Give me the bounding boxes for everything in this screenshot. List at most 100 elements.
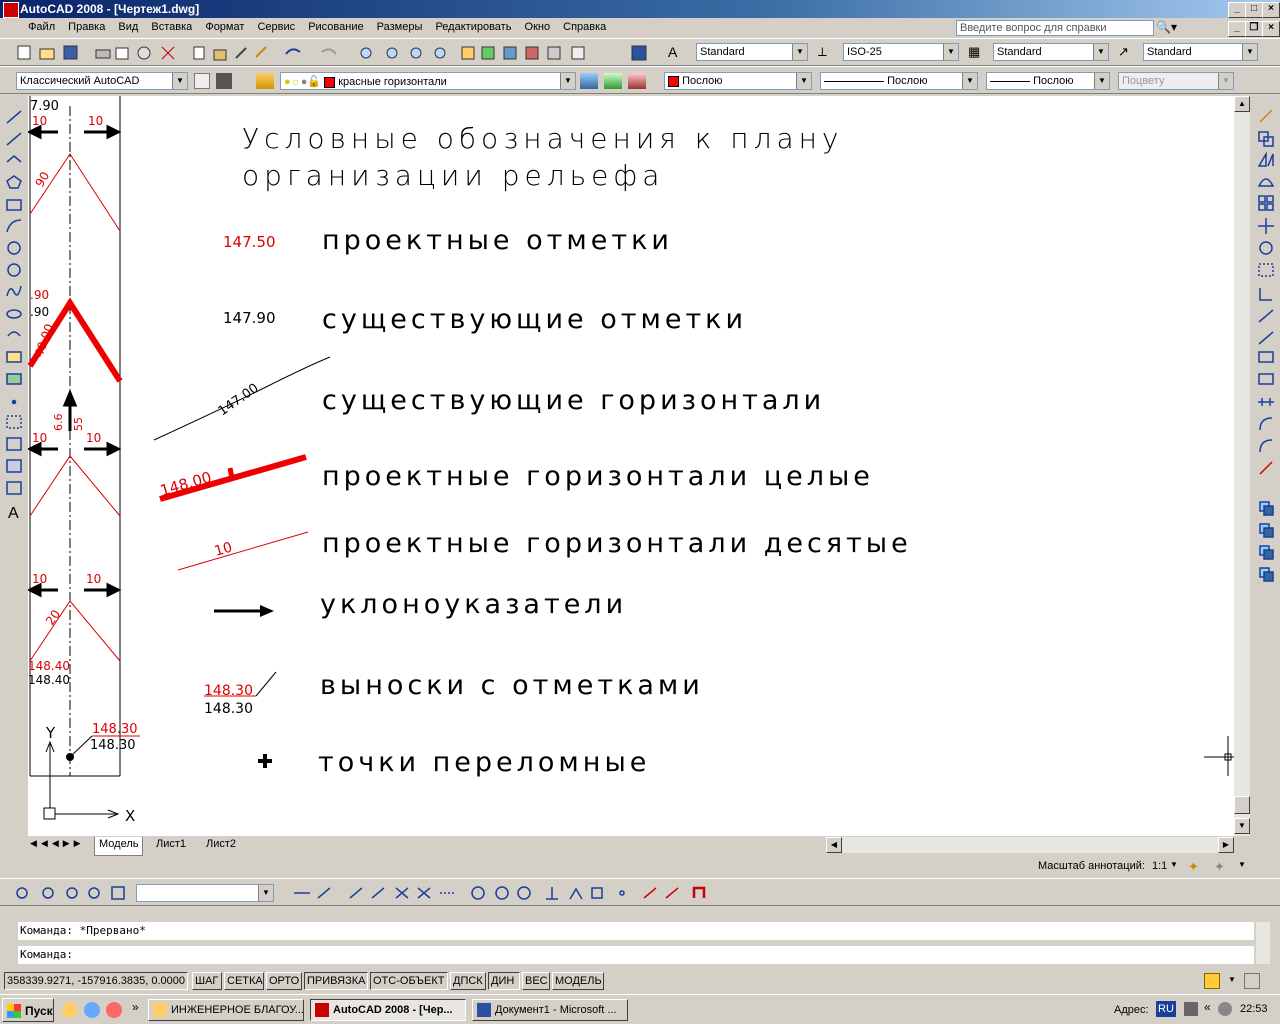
quicklaunch-icon[interactable] xyxy=(62,1002,78,1018)
tab-model[interactable]: Модель xyxy=(94,837,144,856)
standard-toolbar-icons[interactable] xyxy=(12,44,652,62)
tray-icon[interactable] xyxy=(1184,1002,1198,1016)
annotation-scale-dropdown-icon[interactable]: ▼ xyxy=(1170,860,1178,869)
workspace-save-icon[interactable] xyxy=(216,73,232,89)
task-word[interactable]: Документ1 - Microsoft ... xyxy=(472,999,628,1021)
mleader-style-select[interactable]: Standard ▼ xyxy=(1143,43,1258,61)
plan-slope-pct: 20 xyxy=(43,607,63,628)
menu-edit[interactable]: Правка xyxy=(63,18,110,36)
linetype-select[interactable]: Послою ▼ xyxy=(820,72,978,90)
menu-format[interactable]: Формат xyxy=(200,18,249,36)
layer-select[interactable]: ●☼●🔓 красные горизонтали ▼ xyxy=(280,72,576,90)
table-style-select[interactable]: Standard ▼ xyxy=(993,43,1109,61)
volume-icon[interactable] xyxy=(1218,1002,1232,1016)
drawing-svg[interactable]: 7.90 10 10 .90 .90 10 10 10 10 148.40 14… xyxy=(26,96,1234,836)
command-input[interactable]: Команда: xyxy=(18,946,1254,964)
annotation-menu-icon[interactable]: ▼ xyxy=(1238,860,1246,869)
dim-style-icon[interactable]: ⟂ xyxy=(818,44,827,60)
scroll-left-icon[interactable]: ◀ xyxy=(826,837,842,853)
task-autocad[interactable]: AutoCAD 2008 - [Чер... xyxy=(310,999,466,1021)
layer-previous-icon[interactable] xyxy=(604,73,622,89)
plan-mark-black: .90 xyxy=(30,305,49,319)
otrack-toggle[interactable]: ОТС-ОБЪЕКТ xyxy=(370,972,448,990)
layout-tabs-bar: ◀◀◀▶▶ Модель Лист1 Лист2 ◀ ▶ xyxy=(28,836,1250,856)
workspace-settings-icon[interactable] xyxy=(194,73,210,89)
layer-isolate-icon[interactable] xyxy=(628,73,646,89)
status-menu-icon[interactable]: ▼ xyxy=(1228,975,1236,984)
quicklaunch-icon[interactable] xyxy=(106,1002,122,1018)
horizontal-scrollbar[interactable]: ◀ ▶ xyxy=(826,837,1234,853)
lock-icon[interactable] xyxy=(1204,973,1220,989)
color-select[interactable]: Послою ▼ xyxy=(664,72,812,90)
minimize-button[interactable]: _ xyxy=(1228,2,1246,18)
tab-sheet1[interactable]: Лист1 xyxy=(152,837,190,855)
lineweight-select[interactable]: Послою ▼ xyxy=(986,72,1110,90)
autocad-app-icon[interactable] xyxy=(3,2,19,18)
tray-expand-icon[interactable]: « xyxy=(1204,1000,1211,1014)
menu-draw[interactable]: Рисование xyxy=(303,18,368,36)
grid-toggle[interactable]: СЕТКА xyxy=(224,972,264,990)
workspace-select[interactable]: Классический AutoCAD ▼ xyxy=(16,72,188,90)
start-button[interactable]: Пуск xyxy=(2,998,54,1022)
language-indicator[interactable]: RU xyxy=(1156,1001,1176,1017)
menu-dimension[interactable]: Размеры xyxy=(372,18,428,36)
clean-screen-icon[interactable] xyxy=(1244,973,1260,989)
ducs-toggle[interactable]: ДПСК xyxy=(450,972,486,990)
menu-modify[interactable]: Редактировать xyxy=(430,18,516,36)
plan-leader-black: 148.30 xyxy=(90,738,136,753)
doc-minimize-button[interactable]: _ xyxy=(1228,21,1246,37)
ucs-y-label: Y xyxy=(45,724,56,742)
tab-sheet2[interactable]: Лист2 xyxy=(202,837,240,855)
layer-manager-icon[interactable] xyxy=(256,73,274,89)
vertical-scrollbar[interactable]: ▲ ▼ xyxy=(1234,96,1250,836)
scroll-down-icon[interactable]: ▼ xyxy=(1234,818,1250,834)
text-style-select[interactable]: Standard ▼ xyxy=(696,43,808,61)
osnap-toggle[interactable]: ПРИВЯЗКА xyxy=(304,972,368,990)
menu-insert[interactable]: Вставка xyxy=(146,18,197,36)
task-folder[interactable]: ИНЖЕНЕРНОЕ БЛАГОУ... xyxy=(148,999,304,1021)
scroll-up-icon[interactable]: ▲ xyxy=(1234,96,1250,112)
doc-close-button[interactable]: × xyxy=(1262,21,1280,37)
ortho-toggle[interactable]: ОРТО xyxy=(266,972,302,990)
scroll-thumb[interactable] xyxy=(1234,796,1250,814)
maximize-button[interactable]: □ xyxy=(1245,2,1263,18)
help-search-input[interactable]: Введите вопрос для справки xyxy=(956,20,1154,36)
scroll-right-icon[interactable]: ▶ xyxy=(1218,837,1234,853)
annotation-visibility-icon[interactable]: ✦ xyxy=(1188,859,1199,875)
close-button[interactable]: × xyxy=(1262,2,1280,18)
menu-view[interactable]: Вид xyxy=(113,18,143,36)
dim-style-select[interactable]: ISO-25 ▼ xyxy=(843,43,959,61)
menu-file[interactable]: Файл xyxy=(23,18,60,36)
menu-window[interactable]: Окно xyxy=(520,18,556,36)
quicklaunch-icon[interactable] xyxy=(84,1002,100,1018)
annotation-autoscale-icon[interactable]: ✦ xyxy=(1214,859,1225,875)
table-style-icon[interactable]: ▦ xyxy=(968,44,980,60)
menu-help[interactable]: Справка xyxy=(558,18,611,36)
mleader-style-icon[interactable]: ↗ xyxy=(1118,44,1129,60)
modify-toolbar-icons[interactable] xyxy=(1252,96,1280,586)
coordinates-display[interactable]: 358339.9271, -157916.3835, 0.0000 xyxy=(4,972,188,990)
draw-toolbar-icons[interactable]: A xyxy=(0,96,28,526)
osnap-icons[interactable] xyxy=(292,884,722,902)
menu-tools[interactable]: Сервис xyxy=(252,18,300,36)
text-style-icon[interactable]: A xyxy=(668,44,677,60)
modify-toolbar xyxy=(1252,96,1280,596)
doc-restore-button[interactable]: ❐ xyxy=(1245,21,1263,37)
legend-title: Условные обозначения к плану xyxy=(242,122,844,155)
drawing-canvas[interactable]: 7.90 10 10 .90 .90 10 10 10 10 148.40 14… xyxy=(26,96,1234,836)
legend: Условные обозначения к плану организации… xyxy=(153,122,908,778)
clock: 22:53 xyxy=(1240,1003,1268,1015)
tab-nav-arrows[interactable]: ◀◀◀▶▶ xyxy=(30,838,88,852)
quicklaunch-more-icon[interactable]: » xyxy=(132,1000,139,1014)
help-search-icon[interactable]: 🔍▾ xyxy=(1156,20,1192,36)
lwt-toggle[interactable]: ВЕС xyxy=(522,972,550,990)
annotation-scale-value[interactable]: 1:1 xyxy=(1152,860,1167,872)
make-layer-current-icon[interactable] xyxy=(580,73,598,89)
model-toggle[interactable]: МОДЕЛЬ xyxy=(552,972,604,990)
snap-toggle[interactable]: ШАГ xyxy=(192,972,222,990)
view-toolbar-icons[interactable] xyxy=(12,884,132,902)
dyn-toggle[interactable]: ДИН xyxy=(488,972,520,990)
command-scrollbar[interactable] xyxy=(1256,922,1270,964)
view-select[interactable]: ▼ xyxy=(136,884,274,902)
plan-mark-black: 148.40 xyxy=(28,673,70,687)
